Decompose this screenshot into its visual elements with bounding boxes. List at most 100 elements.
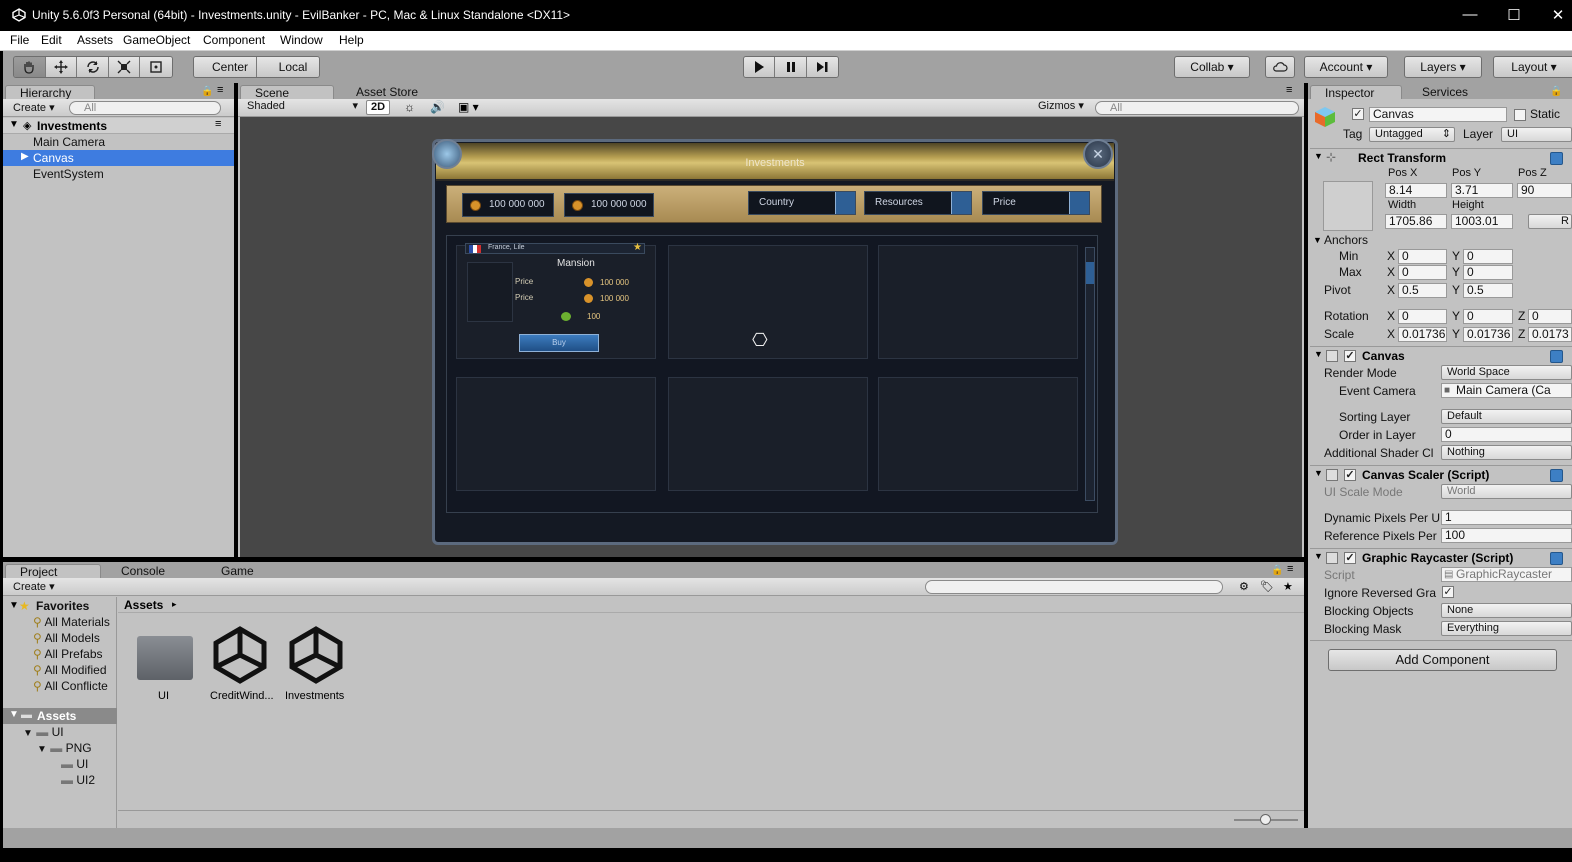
menu-assets[interactable]: Assets xyxy=(77,33,113,47)
shading-mode-dropdown[interactable]: Shaded ▾ xyxy=(242,100,360,115)
sorting-layer-dropdown[interactable]: Default xyxy=(1441,409,1572,424)
buy-button[interactable]: Buy xyxy=(519,334,599,352)
collapse-arrow-icon[interactable]: ▼ xyxy=(1314,349,1323,359)
expand-arrow-icon[interactable]: ▼ xyxy=(23,728,33,739)
height-input[interactable]: 1003.01 xyxy=(1451,214,1513,229)
tab-game[interactable]: Game xyxy=(207,564,301,578)
add-component-button[interactable]: Add Component xyxy=(1328,649,1557,671)
move-tool-icon[interactable] xyxy=(45,57,78,77)
resources-filter-dropdown[interactable]: Resources xyxy=(864,191,972,215)
unity-scene-icon[interactable] xyxy=(287,626,345,684)
render-mode-dropdown[interactable]: World Space xyxy=(1441,365,1572,380)
raycaster-enabled-checkbox[interactable]: ✓ xyxy=(1344,552,1356,564)
anchor-max-x-input[interactable]: 0 xyxy=(1398,265,1447,280)
blocking-mask-dropdown[interactable]: Everything xyxy=(1441,621,1572,636)
tab-project[interactable]: Project xyxy=(5,564,101,579)
collapse-arrow-icon[interactable]: ▼ xyxy=(1314,468,1323,478)
anchor-preset-button[interactable] xyxy=(1323,181,1373,231)
graphic-raycaster-header[interactable]: ▼ ✓ Graphic Raycaster (Script) xyxy=(1310,548,1572,567)
scale-x-input[interactable]: 0.01736 xyxy=(1398,327,1447,342)
favorite-item[interactable]: ⚲ All Prefabs xyxy=(33,647,103,661)
step-button[interactable] xyxy=(806,57,838,77)
scale-z-input[interactable]: 0.0173 xyxy=(1528,327,1572,342)
favorite-item[interactable]: ⚲ All Conflicte xyxy=(33,679,108,693)
effects-toggle-icon[interactable]: ▣ ▾ xyxy=(458,100,479,114)
breadcrumb-assets[interactable]: Assets xyxy=(124,598,163,612)
assets-root[interactable]: ▼ ▬ Assets xyxy=(3,708,117,724)
rect-transform-header[interactable]: ▼ ⊹ Rect Transform xyxy=(1310,148,1572,167)
tab-hierarchy[interactable]: Hierarchy xyxy=(5,85,95,100)
hierarchy-item-selected[interactable]: ▶ Canvas xyxy=(3,150,234,166)
rotation-z-input[interactable]: 0 xyxy=(1528,309,1572,324)
panel-menu-icon[interactable]: ≡ xyxy=(1287,563,1293,575)
hierarchy-item[interactable]: Main Camera xyxy=(33,135,105,149)
price-filter-dropdown[interactable]: Price xyxy=(982,191,1090,215)
ignore-reversed-checkbox[interactable]: ✓ xyxy=(1442,586,1454,598)
minimize-button[interactable]: — xyxy=(1458,6,1482,23)
favorite-star-icon[interactable]: ★ xyxy=(633,242,642,253)
event-camera-field[interactable]: ■ Main Camera (Ca xyxy=(1441,383,1572,398)
pos-x-input[interactable]: 8.14 xyxy=(1385,183,1447,198)
panel-menu-icon[interactable]: ≡ xyxy=(1286,84,1292,96)
favorite-item[interactable]: ⚲ All Modified xyxy=(33,663,107,677)
canvas-enabled-checkbox[interactable]: ✓ xyxy=(1344,350,1356,362)
help-icon[interactable] xyxy=(1550,152,1563,165)
toggle-2d-button[interactable]: 2D xyxy=(366,100,390,115)
pivot-center-button[interactable]: Center xyxy=(194,57,257,77)
scene-menu-icon[interactable]: ≡ xyxy=(215,118,221,130)
canvas-component-header[interactable]: ▼ ✓ Canvas xyxy=(1310,346,1572,365)
favorite-item[interactable]: ⚲ All Materials xyxy=(33,615,110,629)
raw-edit-button[interactable]: R xyxy=(1528,214,1572,229)
folder-item[interactable]: ▼ ▬ UI xyxy=(23,725,64,739)
layer-dropdown[interactable]: UI xyxy=(1501,127,1572,142)
anchor-min-y-input[interactable]: 0 xyxy=(1463,249,1513,264)
country-filter-dropdown[interactable]: Country xyxy=(748,191,856,215)
layout-dropdown[interactable]: Layout ▾ xyxy=(1493,56,1572,78)
camera-gizmo-icon[interactable]: ⎔ xyxy=(752,331,782,349)
layers-dropdown[interactable]: Layers ▾ xyxy=(1404,56,1482,78)
collab-button[interactable]: Collab ▾ xyxy=(1174,56,1250,78)
width-input[interactable]: 1705.86 xyxy=(1385,214,1447,229)
cloud-button[interactable] xyxy=(1265,56,1295,78)
pos-y-input[interactable]: 3.71 xyxy=(1451,183,1513,198)
pivot-local-button[interactable]: Local xyxy=(257,57,319,77)
rotation-y-input[interactable]: 0 xyxy=(1463,309,1513,324)
hierarchy-item[interactable]: EventSystem xyxy=(33,167,104,181)
dynamic-pixels-input[interactable]: 1 xyxy=(1441,510,1572,525)
rotation-x-input[interactable]: 0 xyxy=(1398,309,1447,324)
tab-asset-store[interactable]: Asset Store xyxy=(342,85,442,99)
asset-folder-ui[interactable] xyxy=(135,634,195,682)
pos-z-input[interactable]: 90 xyxy=(1517,183,1572,198)
tab-scene[interactable]: Scene xyxy=(240,85,334,100)
help-icon[interactable] xyxy=(1550,552,1563,565)
menu-edit[interactable]: Edit xyxy=(41,33,62,47)
scrollbar-thumb[interactable] xyxy=(1086,262,1094,284)
unity-scene-icon[interactable] xyxy=(211,626,269,684)
favorite-item[interactable]: ⚲ All Models xyxy=(33,631,100,645)
game-close-icon[interactable]: ✕ xyxy=(1083,139,1113,169)
project-search-input[interactable] xyxy=(925,580,1223,594)
play-button[interactable] xyxy=(744,57,776,77)
lock-icon[interactable]: 🔒 xyxy=(201,86,213,97)
rect-tool-icon[interactable] xyxy=(140,57,172,77)
lock-icon[interactable]: 🔒 xyxy=(1550,86,1562,97)
hierarchy-search-input[interactable]: All xyxy=(69,101,221,115)
lighting-toggle-icon[interactable]: ☼ xyxy=(404,100,415,114)
collapse-arrow-icon[interactable]: ▼ xyxy=(1313,235,1322,245)
expand-arrow-icon[interactable]: ▼ xyxy=(37,744,47,755)
favorites-label[interactable]: Favorites xyxy=(36,599,89,613)
tab-services[interactable]: Services xyxy=(1408,85,1500,99)
maximize-button[interactable]: ☐ xyxy=(1502,6,1526,24)
rotate-tool-icon[interactable] xyxy=(77,57,109,77)
filter-type-icon[interactable]: ⚙ xyxy=(1239,580,1249,593)
menu-help[interactable]: Help xyxy=(339,33,364,47)
scale-tool-icon[interactable] xyxy=(108,57,141,77)
static-checkbox[interactable] xyxy=(1514,109,1526,121)
active-checkbox[interactable]: ✓ xyxy=(1352,108,1364,120)
scene-header[interactable]: ▼ ◈ Investments ≡ xyxy=(3,118,234,134)
tag-dropdown[interactable]: Untagged ⇕ xyxy=(1369,127,1455,142)
pivot-x-input[interactable]: 0.5 xyxy=(1398,283,1447,298)
scale-y-input[interactable]: 0.01736 xyxy=(1463,327,1513,342)
project-create-button[interactable]: Create ▾ xyxy=(13,579,55,595)
audio-toggle-icon[interactable]: 🔊 xyxy=(430,100,445,114)
